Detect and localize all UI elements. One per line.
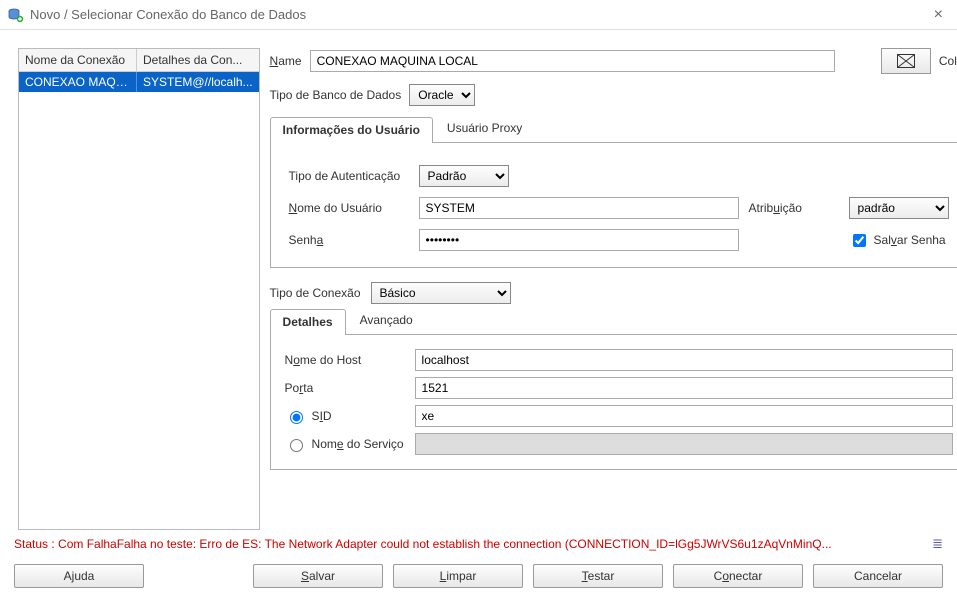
test-button[interactable]: Testar <box>533 564 663 588</box>
sid-field[interactable] <box>415 405 953 427</box>
cancel-button[interactable]: Cancelar <box>813 564 943 588</box>
port-label: Porta <box>285 381 415 395</box>
help-button[interactable]: Ajuda <box>14 564 144 588</box>
sid-label: SID <box>312 409 332 423</box>
password-label: Senha <box>289 233 409 247</box>
details-tab-body: Nome do Host Porta SID Nome do Serviço <box>270 335 957 470</box>
auth-label: Tipo de Autenticação <box>289 169 409 183</box>
conn-type-label: Tipo de Conexão <box>270 286 361 300</box>
connection-list: Nome da Conexão Detalhes da Con... CONEX… <box>18 48 260 530</box>
sid-radio[interactable] <box>290 411 303 424</box>
username-label: Nome do Usuário <box>289 201 409 215</box>
color-swatch-icon <box>897 54 915 68</box>
col-connection-details[interactable]: Detalhes da Con... <box>137 49 259 71</box>
db-add-icon <box>8 7 24 23</box>
status-details-icon[interactable]: ≣ <box>932 536 943 552</box>
details-tabs: Detalhes Avançado <box>270 308 957 335</box>
button-bar: Ajuda Salvar Limpar Testar Conectar Canc… <box>0 554 957 602</box>
connection-row[interactable]: CONEXAO MAQU... SYSTEM@//localh... <box>19 72 259 92</box>
service-label: Nome do Serviço <box>312 437 404 451</box>
connection-list-header: Nome da Conexão Detalhes da Con... <box>19 49 259 72</box>
titlebar: Novo / Selecionar Conexão do Banco de Da… <box>0 0 957 30</box>
save-button[interactable]: Salvar <box>253 564 383 588</box>
user-tab-body: Tipo de Autenticação Padrão Nome do Usuá… <box>270 143 957 268</box>
port-field[interactable] <box>415 377 953 399</box>
user-tabs: Informações do Usuário Usuário Proxy <box>270 116 957 143</box>
connection-row-details: SYSTEM@//localh... <box>137 72 259 92</box>
status-bar: Status : Com FalhaFalha no teste: Erro d… <box>0 530 957 554</box>
name-field[interactable] <box>310 50 835 72</box>
connect-button[interactable]: Conectar <box>673 564 803 588</box>
password-field[interactable] <box>419 229 739 251</box>
role-label: Atribuição <box>749 201 839 215</box>
service-radio[interactable] <box>290 439 303 452</box>
service-field <box>415 433 953 455</box>
color-button[interactable] <box>881 48 931 74</box>
save-password-label: Salvar Senha <box>874 233 946 247</box>
save-password-checkbox[interactable] <box>853 234 866 247</box>
tab-advanced[interactable]: Avançado <box>348 308 425 334</box>
tab-details[interactable]: Detalhes <box>270 309 346 335</box>
right-panel: Name Color Tipo de Banco de Dados Oracle… <box>260 48 957 530</box>
close-icon[interactable]: × <box>928 6 949 24</box>
host-label: Nome do Host <box>285 353 415 367</box>
window-title: Novo / Selecionar Conexão do Banco de Da… <box>30 7 306 22</box>
col-connection-name[interactable]: Nome da Conexão <box>19 49 137 71</box>
host-field[interactable] <box>415 349 953 371</box>
role-select[interactable]: padrão <box>849 197 949 219</box>
conn-type-select[interactable]: Básico <box>371 282 511 304</box>
name-label: Name <box>270 54 302 68</box>
dbtype-label: Tipo de Banco de Dados <box>270 88 402 102</box>
color-label: Color <box>939 54 957 68</box>
tab-user-info[interactable]: Informações do Usuário <box>270 117 433 143</box>
connection-row-name: CONEXAO MAQU... <box>19 72 137 92</box>
status-text: Status : Com FalhaFalha no teste: Erro d… <box>14 537 832 551</box>
clear-button[interactable]: Limpar <box>393 564 523 588</box>
auth-select[interactable]: Padrão <box>419 165 509 187</box>
username-field[interactable] <box>419 197 739 219</box>
dbtype-select[interactable]: Oracle <box>409 84 475 106</box>
tab-proxy-user[interactable]: Usuário Proxy <box>435 116 534 142</box>
